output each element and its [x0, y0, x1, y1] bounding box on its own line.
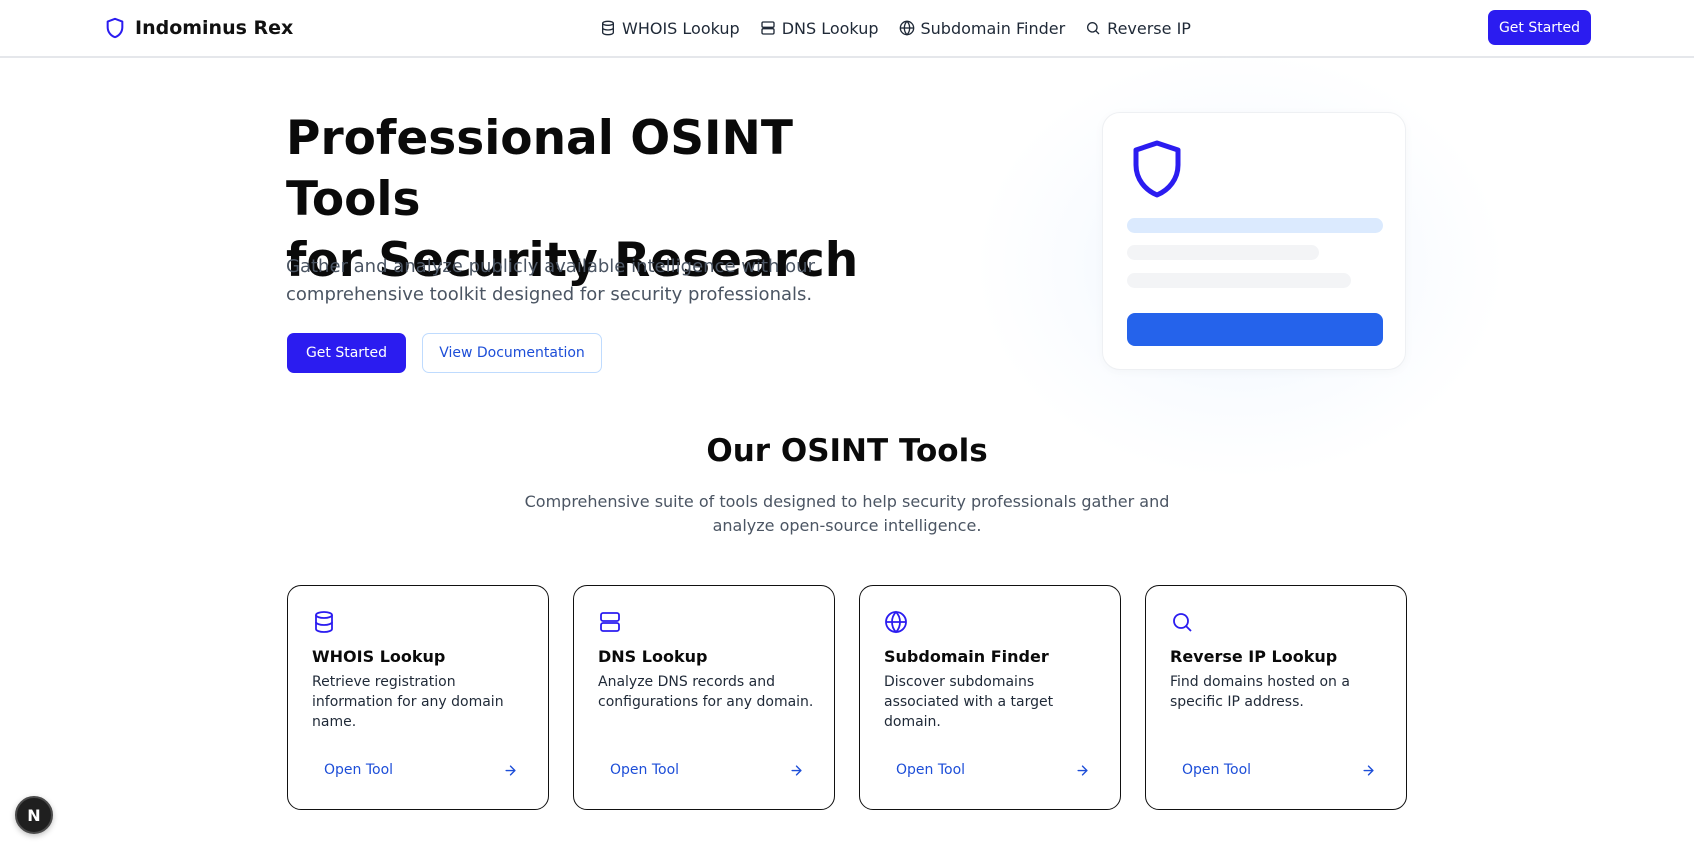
tool-card-title: DNS Lookup [598, 647, 708, 666]
tool-card-description: Analyze DNS records and configurations f… [598, 674, 814, 710]
tool-card-description: Discover subdomains associated with a ta… [884, 674, 1054, 730]
nav-whois-lookup[interactable]: WHOIS Lookup [600, 19, 740, 38]
tools-section-subtitle: Comprehensive suite of tools designed to… [524, 492, 1170, 535]
nav-label: DNS Lookup [781, 18, 879, 38]
top-navigation: Indominus Rex WHOIS Lookup DNS Lookup Su… [0, 0, 1694, 58]
header-get-started-button[interactable]: Get Started [1488, 10, 1591, 45]
placeholder-line [1127, 245, 1319, 260]
tool-card-whois: WHOIS Lookup Retrieve registration infor… [287, 585, 549, 810]
tool-card-title: Reverse IP Lookup [1170, 647, 1338, 666]
shield-icon [106, 17, 124, 39]
main-nav: WHOIS Lookup DNS Lookup Subdomain Finder… [600, 16, 1191, 40]
nav-subdomain-finder[interactable]: Subdomain Finder [899, 18, 1066, 38]
globe-icon [899, 20, 914, 36]
tool-card-title: WHOIS Lookup [312, 647, 446, 666]
database-icon [315, 611, 333, 633]
globe-icon [885, 610, 907, 634]
arrow-right-icon [791, 764, 802, 776]
nav-dns-lookup[interactable]: DNS Lookup [760, 19, 879, 38]
tool-card-description: Find domains hosted on a specific IP add… [1170, 674, 1350, 710]
arrow-right-icon [505, 764, 516, 776]
open-tool-link[interactable]: Open Tool [1170, 755, 1384, 785]
view-documentation-button[interactable]: View Documentation [422, 333, 602, 373]
dev-tools-badge[interactable]: N [15, 796, 53, 834]
open-tool-link[interactable]: Open Tool [884, 755, 1098, 785]
nav-label: Subdomain Finder [920, 18, 1066, 38]
nav-reverse-ip[interactable]: Reverse IP [1085, 19, 1191, 38]
open-tool-label: Open Tool [610, 762, 680, 778]
database-icon [602, 20, 614, 36]
tool-card-reverse-ip: Reverse IP Lookup Find domains hosted on… [1145, 585, 1407, 810]
nav-label: WHOIS Lookup [622, 18, 740, 38]
server-icon [761, 21, 775, 35]
hero-illustration-card [1102, 112, 1406, 370]
open-tool-link[interactable]: Open Tool [312, 755, 526, 785]
open-tool-label: Open Tool [1182, 762, 1252, 778]
search-icon [1173, 613, 1192, 632]
placeholder-button-bar [1127, 313, 1383, 346]
search-icon [1087, 22, 1100, 35]
arrow-right-icon [1077, 764, 1088, 776]
server-icon [600, 612, 620, 632]
hero-title-line-1: Professional OSINT Tools [286, 111, 793, 227]
arrow-right-icon [1363, 764, 1374, 776]
tool-card-title: Subdomain Finder [884, 647, 1049, 666]
nav-label: Reverse IP [1107, 18, 1191, 38]
hero-subtitle: Gather and analyze publicly available in… [286, 256, 815, 305]
tools-section-title: Our OSINT Tools [706, 433, 988, 469]
placeholder-line [1127, 218, 1383, 233]
brand-logo-link[interactable]: Indominus Rex [104, 15, 293, 41]
brand-name: Indominus Rex [135, 17, 294, 39]
tool-card-description: Retrieve registration information for an… [312, 674, 504, 730]
open-tool-label: Open Tool [896, 762, 966, 778]
shield-icon [1133, 140, 1181, 198]
tool-card-subdomain: Subdomain Finder Discover subdomains ass… [859, 585, 1121, 810]
open-tool-label: Open Tool [324, 762, 394, 778]
open-tool-link[interactable]: Open Tool [598, 755, 812, 785]
hero-get-started-button[interactable]: Get Started [287, 333, 406, 373]
tool-card-dns: DNS Lookup Analyze DNS records and confi… [573, 585, 835, 810]
placeholder-line [1127, 273, 1351, 288]
